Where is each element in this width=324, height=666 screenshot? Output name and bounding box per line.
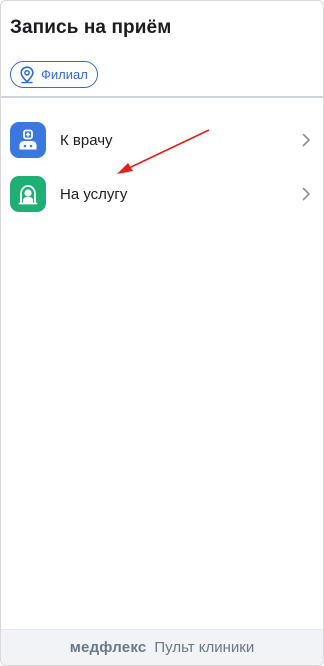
branch-chip-label: Филиал [41,67,88,82]
header-divider [1,96,323,98]
menu-item-service-label: На услугу [60,185,128,203]
service-icon [10,176,46,212]
footer: медфлекс Пульт клиники [1,629,323,665]
chevron-right-icon [302,133,310,147]
annotation-arrow [117,129,210,174]
brand-logo: медфлекс [69,639,147,656]
appointment-menu: К врачу На услугу [1,113,323,221]
menu-item-service[interactable]: На услугу [1,167,323,221]
branch-filter-chip[interactable]: Филиал [10,61,98,88]
location-pin-icon [19,65,35,84]
menu-item-doctor-label: К врачу [60,131,113,149]
menu-item-doctor[interactable]: К врачу [1,113,323,167]
footer-subtitle: Пульт клиники [154,639,255,656]
chevron-right-icon [302,187,310,201]
app-frame: Запись на приём Филиал К врачу На услугу… [0,0,324,666]
page-title: Запись на приём [10,17,172,38]
doctor-icon [10,122,46,158]
header: Запись на приём Филиал [1,1,323,98]
